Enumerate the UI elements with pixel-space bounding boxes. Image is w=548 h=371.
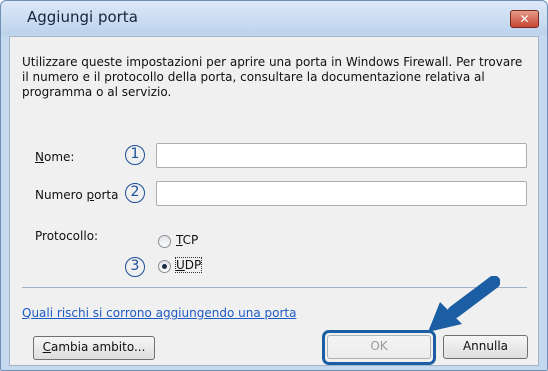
cancel-button[interactable]: Annulla [443, 335, 528, 359]
port-risks-link[interactable]: Quali rischi si corrono aggiungendo una … [22, 306, 296, 320]
radio-selected-dot [162, 264, 167, 269]
name-input[interactable] [156, 143, 527, 168]
change-scope-button[interactable]: Cambia ambito... [33, 336, 155, 360]
callout-2: 2 [125, 183, 145, 203]
pointer-arrow-icon [428, 276, 500, 332]
protocol-label: Protocollo: [35, 229, 99, 243]
ok-button[interactable]: OK [327, 335, 431, 359]
callout-1: 1 [125, 145, 145, 165]
name-label: Nome: [35, 150, 75, 164]
close-icon: ✕ [519, 12, 530, 26]
port-number-input[interactable] [156, 181, 527, 206]
udp-radio[interactable] [158, 260, 171, 273]
callout-3: 3 [125, 257, 145, 277]
description-text: Utilizzare queste impostazioni per aprir… [22, 55, 523, 99]
close-button[interactable]: ✕ [510, 10, 539, 28]
title-bar: Aggiungi porta ✕ [1, 1, 547, 35]
tcp-label[interactable]: TCP [176, 233, 198, 247]
window-title: Aggiungi porta [27, 8, 138, 26]
udp-label[interactable]: UDP [174, 257, 203, 273]
tcp-radio[interactable] [158, 235, 171, 248]
port-label: Numero porta [35, 188, 119, 202]
